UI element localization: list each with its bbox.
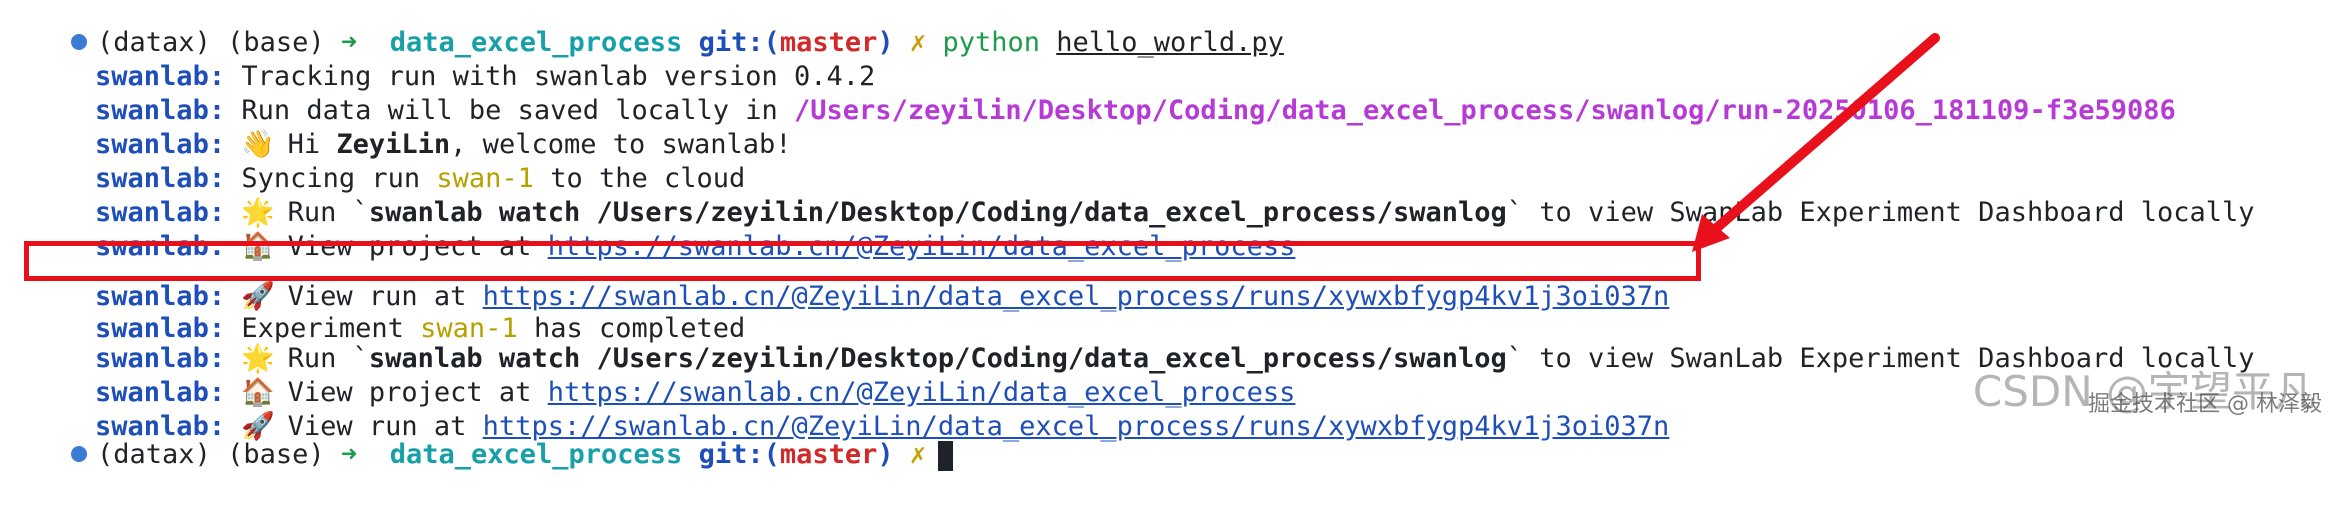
prompt-line: (datax) (base) ➜ data_excel_process git:… xyxy=(6,404,954,471)
save-path: /Users/zeyilin/Desktop/Coding/data_excel… xyxy=(794,95,2176,126)
highlight-box xyxy=(24,241,1701,281)
terminal-window[interactable]: (datax) (base) ➜ data_excel_process git:… xyxy=(0,0,2352,471)
output-line: swanlab: 👋 Hi ZeyiLin, welcome to swanla… xyxy=(30,94,792,160)
git-dirty-icon: ✗ xyxy=(909,439,927,470)
output-text: ` to view SwanLab Experiment Dashboard l… xyxy=(1506,197,2255,228)
output-line: swanlab: Tracking run with swanlab versi… xyxy=(30,26,875,92)
conda-base: (base) xyxy=(227,439,325,470)
git-dirty-icon: ✗ xyxy=(909,27,927,58)
output-line: swanlab: 🏠 View project at https://swanl… xyxy=(30,342,1295,408)
output-line: swanlab: Run data will be saved locally … xyxy=(30,60,2176,126)
output-line: swanlab: Experiment swan-1 has completed xyxy=(30,278,745,344)
prompt-status-dot-icon xyxy=(71,445,88,462)
output-line: swanlab: 🌟 Run `swanlab watch /Users/zey… xyxy=(30,308,2255,374)
juejin-watermark: 掘金技术社区 @ 林泽毅 xyxy=(2088,392,2322,417)
git-branch: master xyxy=(779,439,878,470)
prompt-line: (datax) (base) ➜ data_excel_process git:… xyxy=(6,0,1284,58)
git-suffix: ) xyxy=(877,27,894,58)
prompt-arrow-icon: ➜ xyxy=(340,439,358,470)
conda-env: (datax) xyxy=(97,439,211,470)
output-line: swanlab: 🌟 Run `swanlab watch /Users/zey… xyxy=(30,162,2255,228)
terminal-cursor[interactable] xyxy=(938,440,954,471)
command-name: python xyxy=(942,27,1040,58)
output-line: swanlab: 🏠 View project at https://swanl… xyxy=(30,196,1295,262)
current-directory: data_excel_process xyxy=(389,439,683,470)
git-prefix: git:( xyxy=(698,439,780,470)
git-suffix: ) xyxy=(877,439,894,470)
output-line: swanlab: Syncing run swan-1 to the cloud xyxy=(30,128,745,194)
command-argument: hello_world.py xyxy=(1056,27,1284,58)
